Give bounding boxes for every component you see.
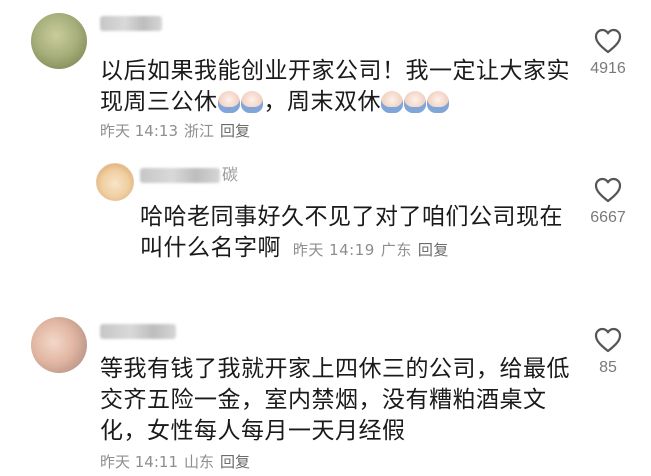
reply-username-visible[interactable]: 碳 (222, 165, 238, 185)
emoji-faces-icon (381, 91, 450, 121)
comment-meta: 昨天 14:11 山东 回复 (100, 452, 256, 472)
heart-outline-icon (594, 28, 622, 54)
comment-time: 昨天 14:13 (100, 122, 178, 140)
heart-outline-icon (594, 177, 622, 203)
like-count: 6667 (590, 209, 626, 226)
avatar[interactable] (31, 317, 87, 373)
comment-location: 广东 (380, 241, 412, 259)
emoji-faces-icon (217, 91, 264, 121)
heart-outline-icon (594, 327, 622, 353)
comment-location: 山东 (184, 453, 215, 471)
avatar[interactable] (31, 13, 87, 69)
like-button[interactable]: 4916 (578, 28, 638, 78)
comment-time: 昨天 14:19 (292, 241, 375, 259)
comment-text-line-with-meta: 叫什么名字啊 昨天 14:19 广东 回复 (140, 233, 455, 263)
avatar[interactable] (96, 163, 134, 201)
comment-text-segment: 叫什么名字啊 (140, 235, 281, 261)
comment-text-line: 交齐五险一金，室内禁烟，没有糟粕酒桌文 (100, 387, 547, 413)
comment-time: 昨天 14:11 (100, 453, 178, 471)
like-count: 4916 (590, 60, 626, 77)
username-blurred[interactable] (140, 168, 220, 183)
comment-text-line: 以后如果我能创业开家公司！我一定让大家实 (100, 58, 570, 84)
comment-text-line: 化，女性每人每月一天月经假 (100, 418, 406, 444)
username-blurred[interactable] (100, 324, 176, 339)
like-count: 85 (599, 359, 617, 376)
comment-text-line: 哈哈老同事好久不见了对了咱们公司现在 (140, 204, 563, 230)
comment-meta: 昨天 14:13 浙江 回复 (100, 121, 256, 141)
like-button[interactable]: 6667 (578, 177, 638, 227)
like-button[interactable]: 85 (578, 327, 638, 377)
username-blurred[interactable] (100, 16, 162, 31)
comment-meta: 昨天 14:19 广东 回复 (293, 241, 455, 259)
reply-button[interactable]: 回复 (418, 241, 449, 259)
comment-text-line-with-emoji: 现周三公休 ，周末双休 (100, 87, 450, 121)
comment-text-segment: 现周三公休 (100, 89, 218, 115)
comment-text-line: 等我有钱了我就开家上四休三的公司，给最低 (100, 356, 570, 382)
reply-button[interactable]: 回复 (220, 453, 250, 471)
reply-button[interactable]: 回复 (220, 122, 250, 140)
comment-location: 浙江 (184, 122, 215, 140)
comment-text-segment: ，周末双休 (263, 89, 381, 115)
